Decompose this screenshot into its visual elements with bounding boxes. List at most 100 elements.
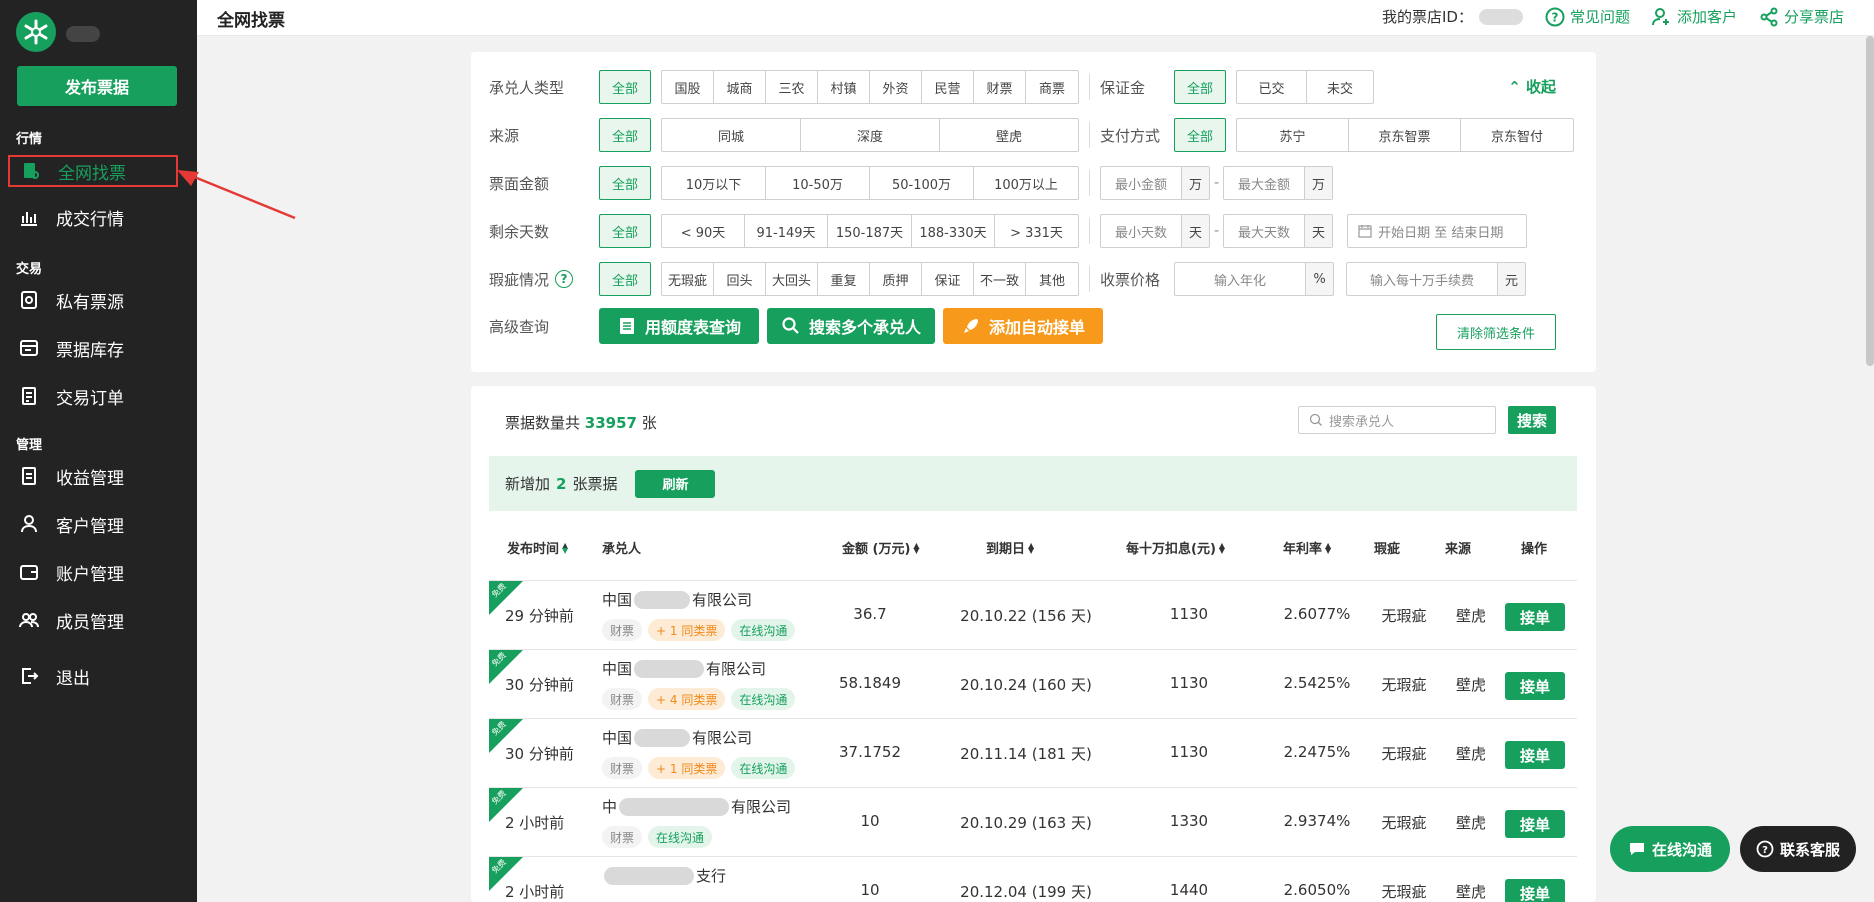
- annual-rate-field[interactable]: 输入年化 %: [1174, 262, 1334, 296]
- min-days-field[interactable]: 最小天数 天: [1100, 214, 1210, 248]
- option-guogu[interactable]: 国股: [662, 71, 714, 103]
- sidebar-item-logout[interactable]: 退出: [8, 660, 178, 692]
- fee-per-100k-field[interactable]: 输入每十万手续费 元: [1346, 262, 1526, 296]
- accept-order-button[interactable]: 接单: [1505, 810, 1565, 838]
- clear-filters-button[interactable]: 清除筛选条件: [1436, 314, 1556, 350]
- row-acceptor[interactable]: 中有限公司: [602, 796, 791, 817]
- option-cunzhen[interactable]: 村镇: [818, 71, 870, 103]
- row-fee: 1130: [1169, 743, 1209, 761]
- max-days-field[interactable]: 最大天数 天: [1223, 214, 1334, 248]
- accept-order-button[interactable]: 接单: [1505, 603, 1565, 631]
- days-label: 剩余天数: [489, 222, 550, 241]
- option-no-flaw[interactable]: 无瑕疵: [662, 263, 714, 295]
- add-user-icon: [1651, 7, 1669, 25]
- source-all[interactable]: 全部: [599, 118, 651, 152]
- option-huitou[interactable]: 回头: [714, 263, 766, 295]
- row-acceptor[interactable]: 中国 有限公司: [602, 589, 752, 610]
- accept-order-button[interactable]: 接单: [1505, 741, 1565, 769]
- refresh-button[interactable]: 刷新: [635, 469, 716, 498]
- brand-logo-icon[interactable]: [16, 12, 56, 52]
- payment-all[interactable]: 全部: [1174, 118, 1226, 152]
- share-shop-link[interactable]: 分享票店: [1759, 6, 1844, 27]
- option-paid[interactable]: 已交: [1237, 71, 1307, 103]
- option-shangpiao[interactable]: 商票: [1026, 71, 1078, 103]
- option-waizi[interactable]: 外资: [870, 71, 922, 103]
- option-sannong[interactable]: 三农: [766, 71, 818, 103]
- sidebar-item-inventory[interactable]: 票据库存: [8, 332, 178, 364]
- option-jd-zhifu[interactable]: 京东智付: [1461, 119, 1573, 151]
- option-188-330[interactable]: 188-330天: [912, 215, 995, 247]
- accept-order-button[interactable]: 接单: [1505, 672, 1565, 700]
- accept-order-button[interactable]: 接单: [1505, 879, 1565, 902]
- sidebar-item-earnings[interactable]: 收益管理: [8, 460, 178, 492]
- option-pledge[interactable]: 质押: [870, 263, 922, 295]
- option-50-100w[interactable]: 50-100万: [870, 167, 974, 199]
- min-amount-field[interactable]: 最小金额 万: [1100, 166, 1210, 200]
- payment-options: 苏宁 京东智票 京东智付: [1236, 118, 1574, 152]
- help-icon[interactable]: ?: [555, 270, 574, 288]
- row-source: 壁虎: [1455, 676, 1486, 694]
- option-guarantee[interactable]: 保证: [922, 263, 974, 295]
- safe-icon: [18, 289, 40, 311]
- auto-accept-button[interactable]: 添加自动接单: [943, 308, 1103, 344]
- days-all[interactable]: 全部: [599, 214, 651, 248]
- option-under-10w[interactable]: 10万以下: [662, 167, 766, 199]
- collapse-button[interactable]: ⌃ 收起: [1508, 76, 1556, 97]
- deposit-all[interactable]: 全部: [1174, 70, 1226, 104]
- date-range-picker[interactable]: 开始日期 至 结束日期: [1347, 214, 1528, 248]
- option-shendu[interactable]: 深度: [801, 119, 940, 151]
- option-lt-90[interactable]: < 90天: [662, 215, 745, 247]
- col-publish-time[interactable]: 发布时间 ▲ ▼: [507, 538, 568, 557]
- option-suning[interactable]: 苏宁: [1237, 119, 1349, 151]
- col-fee-per-100k[interactable]: 每十万扣息(元) ▲ ▼: [1126, 538, 1225, 557]
- option-91-149[interactable]: 91-149天: [745, 215, 828, 247]
- option-chengshang[interactable]: 城商: [714, 71, 766, 103]
- multi-acceptor-search-button[interactable]: 搜索多个承兑人: [767, 308, 935, 344]
- row-acceptor[interactable]: 中国 有限公司: [602, 727, 752, 748]
- sidebar-item-find-tickets[interactable]: 全网找票: [8, 155, 178, 187]
- sidebar-item-members[interactable]: 成员管理: [8, 604, 178, 636]
- sidebar-item-label: 全网找票: [58, 163, 126, 184]
- add-customer-link[interactable]: 添加客户: [1651, 6, 1737, 27]
- acceptor-type-all[interactable]: 全部: [599, 70, 651, 104]
- sidebar-item-customers[interactable]: 客户管理: [8, 508, 178, 540]
- option-unpaid[interactable]: 未交: [1307, 71, 1373, 103]
- sidebar-item-label: 成员管理: [56, 612, 124, 633]
- search-button[interactable]: 搜索: [1508, 406, 1556, 434]
- sidebar-item-orders[interactable]: 交易订单: [8, 380, 178, 412]
- faq-link[interactable]: ? 常见问题: [1545, 6, 1630, 27]
- sidebar-item-private-source[interactable]: 私有票源: [8, 284, 178, 316]
- row-source: 壁虎: [1455, 814, 1486, 832]
- col-due-date[interactable]: 到期日 ▲ ▼: [986, 538, 1034, 557]
- option-mismatch[interactable]: 不一致: [974, 263, 1026, 295]
- contact-service-button[interactable]: ? 联系客服: [1740, 826, 1856, 872]
- flaw-all[interactable]: 全部: [599, 262, 651, 296]
- page-scrollbar[interactable]: [1866, 36, 1874, 366]
- option-10-50w[interactable]: 10-50万: [766, 167, 870, 199]
- option-gt-331[interactable]: > 331天: [995, 215, 1078, 247]
- online-chat-button[interactable]: 在线沟通: [1610, 826, 1730, 872]
- option-bihu[interactable]: 壁虎: [940, 119, 1078, 151]
- row-acceptor[interactable]: 中国 有限公司: [602, 658, 766, 679]
- option-repeat[interactable]: 重复: [818, 263, 870, 295]
- sidebar-item-label: 交易订单: [56, 388, 124, 409]
- publish-bill-button[interactable]: 发布票据: [17, 66, 177, 106]
- sort-icon: ▲ ▼: [1028, 540, 1035, 555]
- option-minying[interactable]: 民营: [922, 71, 974, 103]
- option-other[interactable]: 其他: [1026, 263, 1078, 295]
- option-over-100w[interactable]: 100万以上: [974, 167, 1078, 199]
- option-150-187[interactable]: 150-187天: [828, 215, 912, 247]
- quota-query-button[interactable]: 用额度表查询: [599, 308, 759, 344]
- option-tongcheng[interactable]: 同城: [662, 119, 801, 151]
- col-amount[interactable]: 金额 (万元) ▲ ▼: [842, 538, 920, 557]
- max-amount-field[interactable]: 最大金额 万: [1223, 166, 1334, 200]
- col-annual-rate[interactable]: 年利率 ▲ ▼: [1283, 538, 1331, 557]
- acceptor-search-input[interactable]: 搜索承兑人: [1298, 406, 1496, 434]
- amount-all[interactable]: 全部: [599, 166, 651, 200]
- sidebar-item-account[interactable]: 账户管理: [8, 556, 178, 588]
- option-caipiao[interactable]: 财票: [974, 71, 1026, 103]
- option-jd-zhipiao[interactable]: 京东智票: [1349, 119, 1461, 151]
- sidebar-item-market[interactable]: 成交行情: [8, 201, 178, 233]
- row-acceptor[interactable]: 支行: [602, 865, 726, 886]
- option-da-huitou[interactable]: 大回头: [766, 263, 818, 295]
